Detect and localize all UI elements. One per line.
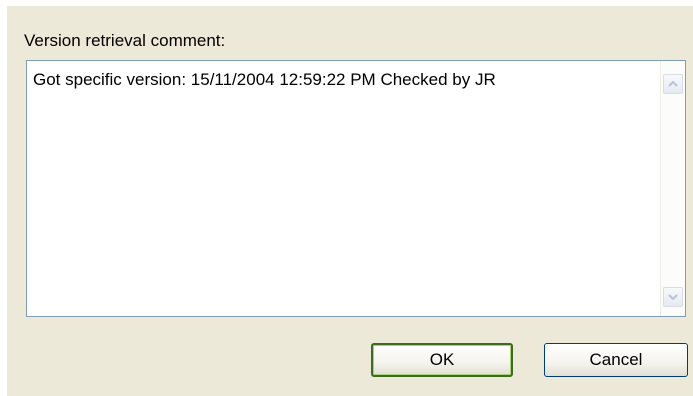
chevron-down-icon (668, 294, 678, 300)
comment-textarea[interactable]: Got specific version: 15/11/2004 12:59:2… (26, 60, 686, 317)
comment-text[interactable]: Got specific version: 15/11/2004 12:59:2… (27, 61, 659, 316)
comment-label: Version retrieval comment: (24, 31, 226, 50)
cancel-button[interactable]: Cancel (544, 343, 688, 377)
chevron-up-icon (668, 81, 678, 87)
ok-button[interactable]: OK (371, 343, 513, 377)
scroll-down-button[interactable] (663, 287, 683, 307)
scroll-up-button[interactable] (663, 74, 683, 94)
vertical-scrollbar[interactable] (660, 61, 685, 316)
version-comment-dialog: Version retrieval comment: Got specific … (7, 6, 693, 396)
